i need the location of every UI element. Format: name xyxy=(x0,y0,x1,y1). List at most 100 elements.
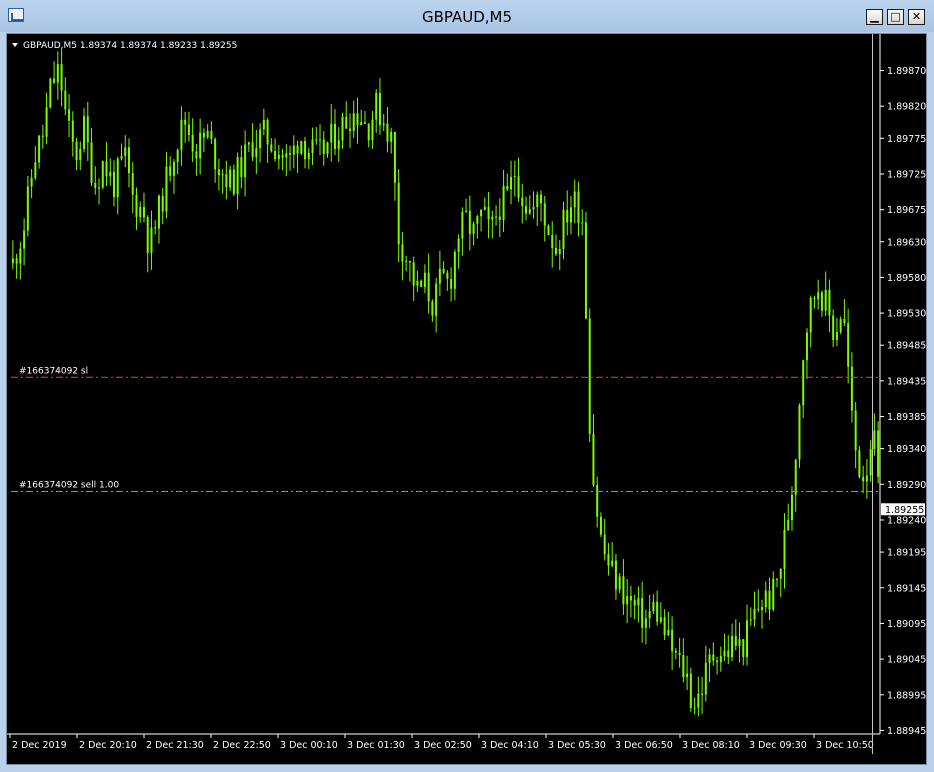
candle-body xyxy=(712,654,715,661)
y-tick-label: 1.89385 xyxy=(887,412,926,423)
candle-body xyxy=(558,248,561,254)
candle-body xyxy=(719,655,722,663)
candle-body xyxy=(360,122,363,126)
y-tick-label: 1.89725 xyxy=(887,169,926,180)
candle-body xyxy=(618,576,621,590)
candle-body xyxy=(348,128,351,131)
candle-body xyxy=(858,450,861,477)
candle-body xyxy=(510,176,513,190)
candle-body xyxy=(427,272,430,302)
y-tick-label: 1.88945 xyxy=(887,726,926,737)
candle-body xyxy=(23,230,26,249)
candle-body xyxy=(79,148,82,161)
candle-body xyxy=(569,207,572,223)
candle-body xyxy=(105,161,108,177)
y-tick-label: 1.89580 xyxy=(887,273,926,284)
y-tick-label: 1.89820 xyxy=(887,102,926,113)
candle-body xyxy=(847,323,850,367)
candle-body xyxy=(210,130,213,139)
candle-body xyxy=(26,186,29,231)
candle-body xyxy=(843,319,846,324)
x-tick-label: 2 Dec 21:30 xyxy=(146,740,204,751)
candle-body xyxy=(626,595,629,605)
candle-body xyxy=(656,601,659,622)
candle-body xyxy=(577,191,580,224)
candle-body xyxy=(386,123,389,142)
y-tick-label: 1.89435 xyxy=(887,376,926,387)
x-tick-label: 3 Dec 09:30 xyxy=(749,740,807,751)
candle-body xyxy=(450,278,453,289)
candle-body xyxy=(839,319,842,333)
candle-body xyxy=(802,360,805,406)
price-chart[interactable]: 1.89870 1.89820 1.89775 1.89725 1.89675 1.896… xyxy=(7,34,928,766)
candle-body xyxy=(53,78,56,83)
candle-body xyxy=(382,123,385,126)
x-tick-label: 2 Dec 22:50 xyxy=(213,740,271,751)
candle-body xyxy=(169,166,172,176)
candle-body xyxy=(532,207,535,210)
candle-body xyxy=(446,272,449,279)
candle-body xyxy=(828,289,831,316)
candle-body xyxy=(832,315,835,340)
candle-body xyxy=(221,174,224,176)
candle-body xyxy=(596,484,599,517)
candle-body xyxy=(56,64,59,83)
candle-body xyxy=(184,119,187,125)
y-tick-label: 1.89045 xyxy=(887,655,926,666)
candle-body xyxy=(296,145,299,154)
candle-body xyxy=(206,130,209,138)
candle-body xyxy=(817,292,820,300)
candle-body xyxy=(341,116,344,141)
candle-body xyxy=(495,216,498,218)
candle-body xyxy=(64,90,67,110)
candle-body xyxy=(431,301,434,316)
candle-body xyxy=(622,576,625,605)
candle-body xyxy=(704,662,707,695)
candle-body xyxy=(435,283,438,316)
candle-body xyxy=(498,216,501,221)
y-tick-label: 1.89485 xyxy=(887,341,926,352)
maximize-button[interactable]: □ xyxy=(887,9,904,25)
candle-body xyxy=(727,650,730,658)
candle-body xyxy=(416,280,419,286)
candle-body xyxy=(637,598,640,606)
candle-body xyxy=(671,629,674,652)
candle-body xyxy=(94,182,97,188)
candle-body xyxy=(731,635,734,658)
candle-body xyxy=(270,144,273,152)
candle-body xyxy=(794,459,797,495)
close-button[interactable]: ✕ xyxy=(908,9,925,25)
candle-body xyxy=(723,650,726,656)
bid-price-label: 1.89255 xyxy=(885,505,924,516)
candle-body xyxy=(869,449,872,476)
window-titlebar[interactable]: GBPAUD,M5 ▁ □ ✕ xyxy=(0,0,934,32)
candle-body xyxy=(573,191,576,208)
candle-body xyxy=(749,619,752,621)
candle-body xyxy=(525,206,528,214)
candle-body xyxy=(150,227,153,253)
candle-body xyxy=(292,145,295,155)
candle-body xyxy=(401,244,404,262)
candle-body xyxy=(862,476,865,482)
candle-body xyxy=(412,262,415,286)
candle-body xyxy=(393,131,396,183)
x-tick-label: 3 Dec 10:50 xyxy=(816,740,874,751)
candle-body xyxy=(854,410,857,451)
symbol-dropdown-icon[interactable] xyxy=(12,43,18,47)
candle-body xyxy=(214,138,217,170)
candle-body xyxy=(255,147,258,158)
candle-body xyxy=(491,216,494,220)
candle-body xyxy=(738,639,741,646)
candle-body xyxy=(798,405,801,460)
candle-body xyxy=(753,608,756,620)
candle-body xyxy=(809,297,812,333)
y-tick-label: 1.89675 xyxy=(887,205,926,216)
candle-body xyxy=(757,608,760,610)
candle-body xyxy=(689,673,692,708)
candle-body xyxy=(11,258,14,264)
candle-body xyxy=(142,207,145,218)
x-tick-label: 3 Dec 04:10 xyxy=(481,740,539,751)
chart-area[interactable]: 1.89870 1.89820 1.89775 1.89725 1.89675 1.896… xyxy=(6,33,927,765)
y-tick-label: 1.88995 xyxy=(887,690,926,701)
minimize-button[interactable]: ▁ xyxy=(866,9,883,25)
